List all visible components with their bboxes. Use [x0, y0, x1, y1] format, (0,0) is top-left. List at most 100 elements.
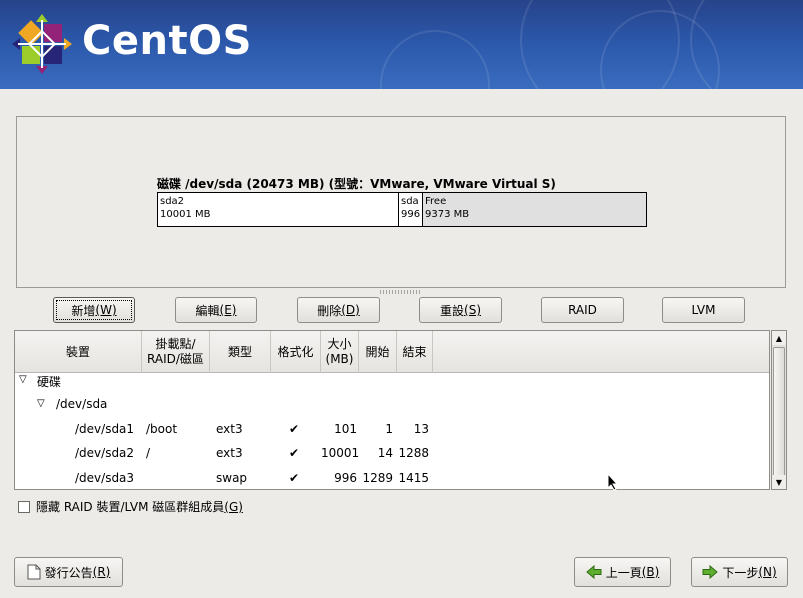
- header-label: 掛載點/ RAID/磁區: [147, 337, 204, 366]
- partition-table[interactable]: 裝置 掛載點/ RAID/磁區 類型 格式化 大小 (MB) 開始 結束 ▽ 硬…: [14, 330, 770, 490]
- table-row[interactable]: /dev/sda3 swap ✔ 996 1289 1415: [15, 467, 769, 489]
- hide-option-label: 隱藏 RAID 裝置/LVM 磁區群組成員: [36, 500, 225, 514]
- back-key: (B): [641, 565, 660, 579]
- expander-down-icon[interactable]: ▽: [19, 374, 27, 385]
- column-header-size[interactable]: 大小 (MB): [321, 331, 359, 373]
- cell-type: ext3: [216, 446, 243, 460]
- column-header-type[interactable]: 類型: [210, 331, 271, 373]
- cell-size: 10001: [321, 446, 360, 460]
- lvm-button[interactable]: LVM: [662, 297, 745, 323]
- reset-button[interactable]: 重設 (S): [419, 297, 502, 323]
- lvm-button-label: LVM: [691, 303, 716, 317]
- cell-device: /dev/sda2: [75, 446, 135, 460]
- header-label: 格式化: [277, 344, 314, 359]
- cell-end: 1288: [398, 446, 429, 460]
- column-header-device[interactable]: 裝置: [15, 331, 142, 373]
- edit-button-label: 編輯: [195, 303, 220, 318]
- header-label: 開始: [365, 344, 390, 359]
- header-label: 類型: [227, 344, 252, 359]
- new-button[interactable]: 新增 (W): [53, 297, 135, 323]
- partition-segment-free[interactable]: Free 9373 MB: [423, 193, 646, 226]
- reset-button-key: (S): [464, 303, 481, 317]
- cell-type: swap: [216, 471, 248, 485]
- partition-segment-sda2[interactable]: sda2 10001 MB: [158, 193, 399, 226]
- segment-size: 996: [401, 209, 421, 220]
- partition-segment-sda3[interactable]: sda 996: [399, 193, 423, 226]
- edit-button[interactable]: 編輯 (E): [175, 297, 257, 323]
- table-header: 裝置 掛載點/ RAID/磁區 類型 格式化 大小 (MB) 開始 結束: [15, 331, 769, 373]
- segment-size: 9373 MB: [425, 209, 470, 220]
- column-header-end[interactable]: 結束: [397, 331, 433, 373]
- segment-name: sda2: [160, 196, 185, 207]
- header-label: 裝置: [65, 344, 90, 359]
- table-scrollbar[interactable]: ▲ ▼: [771, 330, 787, 490]
- cell-start: 1289: [362, 471, 393, 485]
- cell-device: /dev/sda3: [75, 471, 135, 485]
- check-icon: ✔: [289, 422, 300, 436]
- banner-decoration: [690, 0, 803, 89]
- cell-mount: /boot: [146, 422, 178, 436]
- tree-row-root[interactable]: ▽ 硬碟: [15, 369, 769, 393]
- document-icon: [27, 564, 41, 580]
- scroll-thumb[interactable]: [773, 347, 785, 477]
- release-notes-label: 發行公告: [44, 565, 93, 580]
- disk-overview-panel: 磁碟 /dev/sda (20473 MB) (型號：VMware, VMwar…: [16, 116, 786, 288]
- tree-label: 硬碟: [37, 375, 62, 389]
- centos-logo-icon: [12, 14, 72, 74]
- disk-partition-bar: sda2 10001 MB sda 996 Free 9373 MB: [157, 192, 647, 227]
- table-row[interactable]: /dev/sda2 / ext3 ✔ 10001 14 1288: [15, 442, 769, 466]
- hide-raid-lvm-option[interactable]: 隱藏 RAID 裝置/LVM 磁區群組成員 (G): [18, 498, 243, 515]
- cell-end: 1415: [398, 471, 429, 485]
- delete-button[interactable]: 刪除 (D): [297, 297, 380, 323]
- back-button[interactable]: 上一頁 (B): [574, 557, 671, 587]
- cell-size: 101: [334, 422, 357, 436]
- new-button-key: (W): [95, 303, 117, 317]
- cell-end: 13: [413, 422, 429, 436]
- segment-name: Free: [425, 196, 447, 207]
- cell-start: 14: [377, 446, 393, 460]
- disk-title: 磁碟 /dev/sda (20473 MB) (型號：VMware, VMwar…: [157, 177, 556, 191]
- brand-name: CentOS: [82, 18, 252, 64]
- cell-type: ext3: [216, 422, 243, 436]
- check-icon: ✔: [289, 471, 300, 485]
- new-button-label: 新增: [71, 303, 96, 318]
- pane-resize-handle[interactable]: [380, 290, 420, 294]
- column-header-format[interactable]: 格式化: [271, 331, 321, 373]
- next-button[interactable]: 下一步 (N): [691, 557, 788, 587]
- release-notes-key: (R): [92, 565, 111, 579]
- banner-decoration: [380, 30, 490, 89]
- tree-row-disk[interactable]: ▽ /dev/sda: [15, 393, 769, 417]
- scroll-down-icon[interactable]: ▼: [772, 475, 786, 489]
- hide-raid-lvm-checkbox[interactable]: [18, 500, 30, 513]
- reset-button-label: 重設: [440, 303, 465, 318]
- delete-button-key: (D): [341, 303, 360, 317]
- segment-name: sda: [401, 196, 419, 207]
- header-label: 大小 (MB): [325, 337, 354, 366]
- column-header-mount[interactable]: 掛載點/ RAID/磁區: [142, 331, 210, 373]
- tree-label: /dev/sda: [56, 397, 108, 411]
- arrow-right-icon: [702, 565, 719, 579]
- expander-down-icon[interactable]: ▽: [37, 398, 45, 409]
- check-icon: ✔: [289, 446, 300, 460]
- header-label: 結束: [402, 344, 427, 359]
- column-header-start[interactable]: 開始: [359, 331, 397, 373]
- table-row[interactable]: /dev/sda1 /boot ext3 ✔ 101 1 13: [15, 418, 769, 442]
- release-notes-button[interactable]: 發行公告 (R): [14, 557, 123, 587]
- next-label: 下一步: [722, 565, 759, 580]
- header-banner: CentOS: [0, 0, 803, 89]
- hide-option-key: (G): [224, 499, 243, 514]
- cell-size: 996: [334, 471, 357, 485]
- mouse-cursor-icon: [607, 473, 619, 491]
- cell-mount: /: [146, 446, 151, 460]
- next-key: (N): [758, 565, 777, 579]
- back-label: 上一頁: [605, 565, 642, 580]
- raid-button[interactable]: RAID: [541, 297, 624, 323]
- edit-button-key: (E): [219, 303, 237, 317]
- segment-size: 10001 MB: [160, 209, 211, 220]
- arrow-left-icon: [585, 565, 602, 579]
- raid-button-label: RAID: [568, 303, 597, 317]
- cell-device: /dev/sda1: [75, 422, 135, 436]
- delete-button-label: 刪除: [317, 303, 342, 318]
- cell-start: 1: [385, 422, 393, 436]
- scroll-up-icon[interactable]: ▲: [772, 331, 786, 345]
